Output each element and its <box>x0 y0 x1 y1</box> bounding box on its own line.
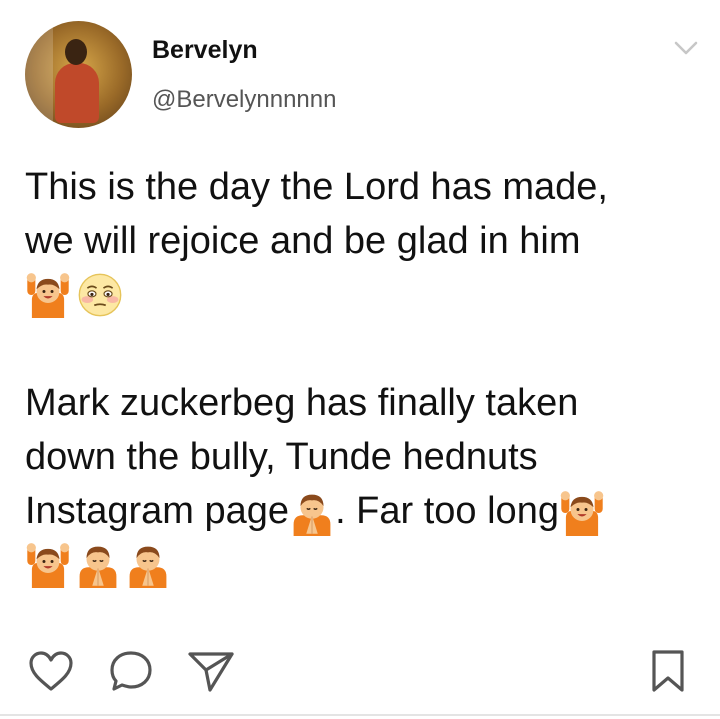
emoji-row-1 <box>25 268 705 322</box>
chevron-down-icon[interactable] <box>672 38 700 58</box>
user-handle[interactable]: @Bervelynnnnnn <box>152 86 336 114</box>
tweet-paragraph-2: Mark zuckerbeg has finally taken down th… <box>25 376 705 592</box>
bookmark-icon[interactable] <box>648 648 688 699</box>
person-praying-emoji <box>75 542 121 588</box>
tweet-line-4: down the bully, Tunde hednuts <box>25 436 538 478</box>
person-praying-emoji <box>125 542 171 588</box>
tweet-line-5: Instagram page . Far too long <box>25 484 705 538</box>
person-praying-emoji <box>289 490 335 536</box>
person-raising-hands-emoji <box>25 542 71 588</box>
avatar-background <box>25 21 53 128</box>
avatar-figure-body <box>55 63 99 123</box>
heart-icon[interactable] <box>26 648 76 699</box>
person-raising-hands-emoji <box>559 490 605 536</box>
avatar-figure-head <box>65 39 87 65</box>
tweet-line-5a: Instagram page <box>25 490 290 532</box>
tweet-paragraph-1: This is the day the Lord has made, we wi… <box>25 160 705 322</box>
tweet-line-5b: . Far too long <box>335 490 559 532</box>
flushed-face-emoji <box>77 272 123 318</box>
tweet-line-1: This is the day the Lord has made, <box>25 166 608 208</box>
send-icon[interactable] <box>186 648 236 699</box>
person-raising-hands-emoji <box>25 272 71 318</box>
divider <box>0 714 720 716</box>
comment-icon[interactable] <box>106 648 156 699</box>
emoji-row-2 <box>25 538 705 592</box>
tweet-line-3: Mark zuckerbeg has finally taken <box>25 382 579 424</box>
tweet-text: This is the day the Lord has made, we wi… <box>25 160 705 592</box>
avatar[interactable] <box>25 21 132 128</box>
action-bar <box>0 648 720 698</box>
user-name[interactable]: Bervelyn <box>152 36 258 65</box>
tweet-line-2: we will rejoice and be glad in him <box>25 220 581 262</box>
